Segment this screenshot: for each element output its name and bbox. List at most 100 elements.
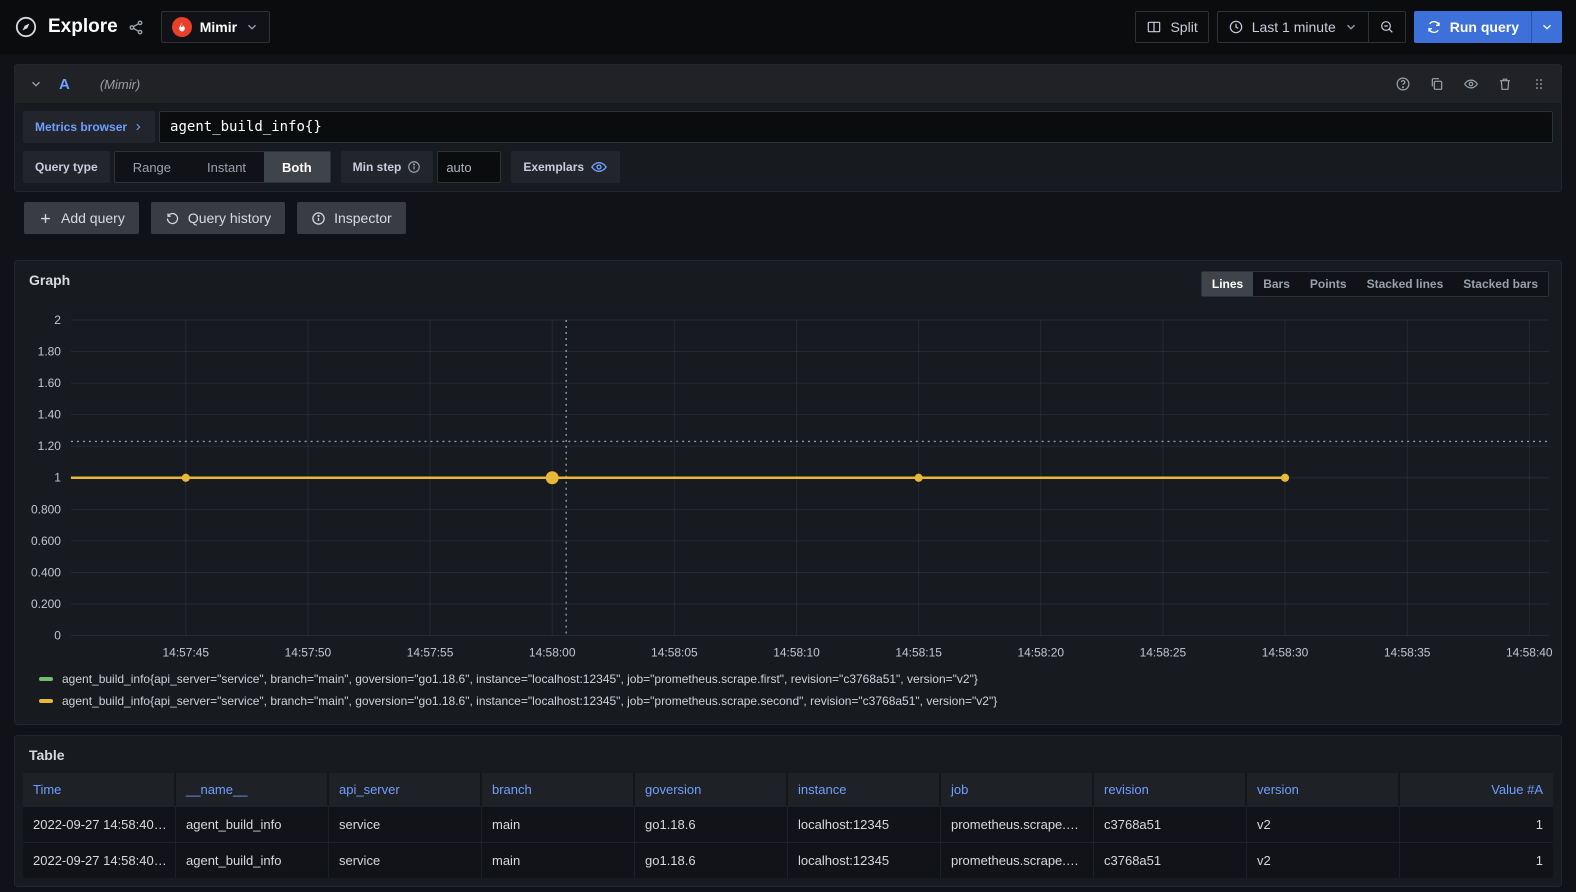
table-cell: localhost:12345: [788, 842, 941, 878]
svg-text:0.400: 0.400: [31, 565, 61, 579]
query-datasource-hint: (Mimir): [100, 77, 140, 92]
metrics-browser-button[interactable]: Metrics browser: [23, 111, 155, 143]
svg-text:1.20: 1.20: [38, 439, 62, 453]
run-query-button[interactable]: Run query: [1414, 11, 1562, 43]
table-header-cell[interactable]: Value #A: [1400, 773, 1553, 806]
datasource-picker[interactable]: Mimir: [161, 11, 270, 43]
inspector-button[interactable]: Inspector: [297, 202, 406, 234]
info-icon: [407, 160, 421, 174]
drag-handle-icon[interactable]: [1531, 76, 1547, 92]
table-cell: agent_build_info: [176, 806, 329, 842]
graph-mode-lines[interactable]: Lines: [1202, 272, 1253, 296]
table-panel: Table Time__name__api_serverbranchgovers…: [14, 735, 1562, 887]
chevron-right-icon: [133, 122, 143, 132]
share-icon[interactable]: [128, 19, 145, 36]
time-range-label: Last 1 minute: [1252, 19, 1336, 35]
table-header-cell[interactable]: branch: [482, 773, 635, 806]
table-header-cell[interactable]: version: [1247, 773, 1400, 806]
legend-swatch: [39, 699, 53, 703]
svg-text:14:57:45: 14:57:45: [163, 646, 210, 660]
table-panel-title: Table: [15, 736, 1561, 771]
min-step-label: Min step: [341, 151, 434, 183]
table-cell: 1: [1400, 806, 1553, 842]
query-row-header: A (Mimir): [15, 65, 1561, 103]
time-range-picker[interactable]: Last 1 minute: [1217, 11, 1369, 43]
trash-icon[interactable]: [1497, 76, 1513, 92]
sync-icon: [1426, 19, 1442, 35]
table-header-cell[interactable]: instance: [788, 773, 941, 806]
table-cell: localhost:12345: [788, 806, 941, 842]
svg-text:14:58:00: 14:58:00: [529, 646, 576, 660]
query-type-option-both[interactable]: Both: [264, 152, 330, 182]
graph-mode-points[interactable]: Points: [1300, 272, 1357, 296]
table-cell: service: [329, 806, 482, 842]
svg-text:0.800: 0.800: [31, 502, 61, 516]
query-history-label: Query history: [188, 210, 271, 226]
copy-icon[interactable]: [1429, 76, 1445, 92]
split-button[interactable]: Split: [1135, 11, 1208, 43]
run-query-label: Run query: [1450, 19, 1519, 35]
query-type-option-range[interactable]: Range: [115, 152, 189, 182]
table-header-cell[interactable]: Time: [23, 773, 176, 806]
split-icon: [1146, 19, 1162, 35]
legend-item[interactable]: agent_build_info{api_server="service", b…: [39, 690, 1551, 712]
eye-icon[interactable]: [1463, 76, 1479, 92]
query-expression-input[interactable]: [159, 111, 1553, 143]
graph-panel: Graph LinesBarsPointsStacked linesStacke…: [14, 260, 1562, 725]
run-query-dropdown[interactable]: [1531, 11, 1562, 43]
table-cell: 2022-09-27 14:58:40…: [23, 842, 176, 878]
results-table: Time__name__api_serverbranchgoversionins…: [23, 773, 1553, 878]
graph-mode-stacked-bars[interactable]: Stacked bars: [1453, 272, 1548, 296]
svg-text:1.60: 1.60: [38, 376, 62, 390]
plus-icon: [38, 211, 53, 226]
table-cell: go1.18.6: [635, 806, 788, 842]
legend-swatch: [39, 677, 53, 681]
svg-text:14:58:20: 14:58:20: [1017, 646, 1064, 660]
query-ref-id: A: [59, 76, 70, 93]
graph-mode-group: LinesBarsPointsStacked linesStacked bars: [1201, 271, 1549, 297]
svg-text:14:58:05: 14:58:05: [651, 646, 698, 660]
table-cell: c3768a51: [1094, 806, 1247, 842]
table-header-cell[interactable]: job: [941, 773, 1094, 806]
clock-icon: [1228, 19, 1244, 35]
chevron-down-icon: [1344, 20, 1358, 34]
exemplars-eye-icon[interactable]: [590, 158, 608, 176]
svg-text:14:58:10: 14:58:10: [773, 646, 820, 660]
min-step-input[interactable]: [437, 151, 501, 183]
graph-mode-stacked-lines[interactable]: Stacked lines: [1357, 272, 1454, 296]
add-query-label: Add query: [61, 210, 125, 226]
table-cell: prometheus.scrape.…: [941, 806, 1094, 842]
table-header-cell[interactable]: api_server: [329, 773, 482, 806]
query-type-option-instant[interactable]: Instant: [189, 152, 264, 182]
info-circle-icon: [311, 211, 326, 226]
svg-text:14:58:35: 14:58:35: [1384, 646, 1431, 660]
inspector-label: Inspector: [334, 210, 392, 226]
table-cell: service: [329, 842, 482, 878]
time-series-chart[interactable]: 21.801.601.401.2010.8000.6000.4000.20001…: [23, 302, 1553, 666]
chart-legend: agent_build_info{api_server="service", b…: [15, 666, 1561, 718]
legend-label: agent_build_info{api_server="service", b…: [62, 672, 978, 686]
explore-compass-icon: [14, 15, 38, 39]
query-history-button[interactable]: Query history: [151, 202, 285, 234]
legend-item[interactable]: agent_build_info{api_server="service", b…: [39, 668, 1551, 690]
explore-actions: Add query Query history Inspector: [24, 202, 1576, 234]
table-header-cell[interactable]: revision: [1094, 773, 1247, 806]
exemplars-label: Exemplars: [523, 160, 584, 174]
table-header-cell[interactable]: goversion: [635, 773, 788, 806]
top-bar: Explore Mimir Split Last 1: [0, 0, 1576, 54]
collapse-chevron-icon[interactable]: [29, 77, 43, 91]
svg-text:1.80: 1.80: [38, 345, 62, 359]
add-query-button[interactable]: Add query: [24, 202, 139, 234]
chevron-down-icon: [1540, 20, 1554, 34]
table-header-cell[interactable]: __name__: [176, 773, 329, 806]
table-cell: c3768a51: [1094, 842, 1247, 878]
query-editor-panel: A (Mimir) Metrics browser Query type Ran…: [14, 64, 1562, 192]
exemplars-toggle: Exemplars: [511, 151, 620, 183]
help-icon[interactable]: [1395, 76, 1411, 92]
mimir-datasource-icon: [172, 17, 192, 37]
zoom-out-button[interactable]: [1369, 11, 1406, 43]
table-cell: main: [482, 842, 635, 878]
metrics-browser-label: Metrics browser: [35, 120, 127, 134]
svg-text:14:58:25: 14:58:25: [1140, 646, 1187, 660]
graph-mode-bars[interactable]: Bars: [1253, 272, 1300, 296]
